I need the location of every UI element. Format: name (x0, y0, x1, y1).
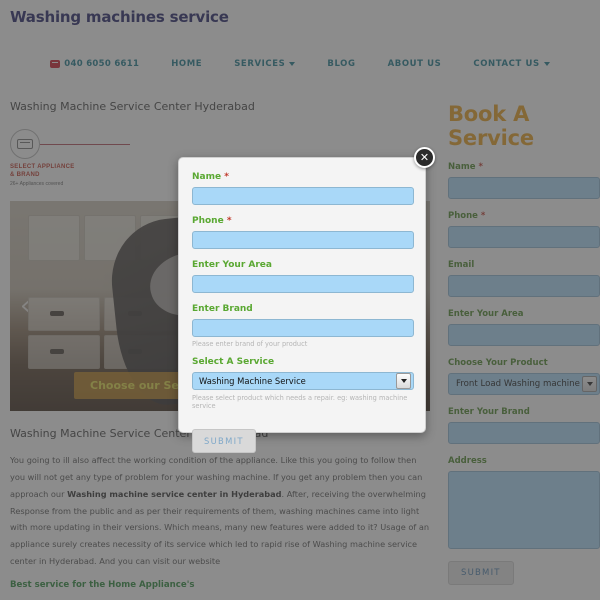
booking-modal-dialog: ✕ Name * Phone * Enter Your Area Enter B… (178, 147, 435, 453)
modal-label-phone-text: Phone (192, 216, 224, 226)
modal-label-name-text: Name (192, 172, 222, 182)
required-asterisk: * (223, 216, 232, 226)
modal-input-area[interactable] (192, 275, 414, 293)
modal-label-brand: Enter Brand (192, 304, 253, 314)
modal-select-service-value: Washing Machine Service (199, 376, 306, 386)
modal-input-name[interactable] (192, 187, 414, 205)
required-asterisk: * (221, 172, 229, 182)
modal-select-service[interactable]: Washing Machine Service (192, 372, 414, 390)
modal-label-phone: Phone * (192, 216, 412, 226)
modal-label-service: Select A Service (192, 357, 275, 367)
modal-label-name: Name * (192, 172, 412, 182)
modal-hint-service: Please select product which needs a repa… (192, 394, 408, 410)
close-icon[interactable]: ✕ (414, 147, 435, 168)
modal-input-phone[interactable] (192, 231, 414, 249)
modal-hint-brand: Please enter brand of your product (192, 340, 308, 348)
modal-input-brand[interactable] (192, 319, 414, 337)
modal-submit-button[interactable]: SUBMIT (192, 429, 256, 453)
modal-label-area: Enter Your Area (192, 260, 272, 270)
chevron-down-icon (396, 373, 411, 389)
